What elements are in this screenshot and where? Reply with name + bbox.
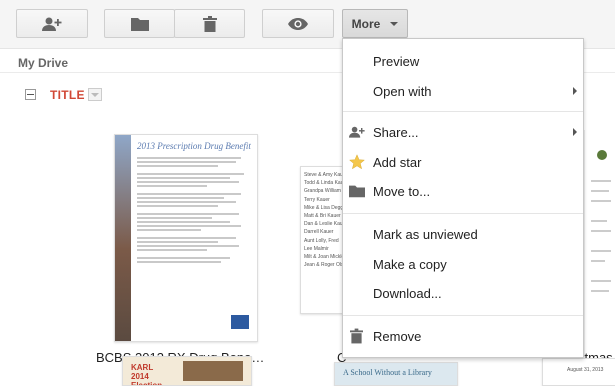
menu-item-remove[interactable]: Remove (343, 322, 583, 350)
menu-item-label: Move to... (373, 183, 431, 199)
folder-icon (130, 17, 149, 31)
trash-icon (202, 15, 217, 32)
breadcrumb[interactable]: My Drive (18, 56, 68, 70)
title-column-header[interactable]: TITLE (50, 88, 85, 102)
chevron-right-icon (573, 87, 577, 95)
menu-item-label: Mark as unviewed (373, 226, 478, 242)
menu-item-label: Preview (373, 53, 420, 69)
menu-item-make-copy[interactable]: Make a copy (343, 250, 583, 278)
menu-item-label: Add star (373, 154, 422, 170)
share-button[interactable] (16, 9, 88, 38)
menu-item-mark-unviewed[interactable]: Mark as unviewed (343, 220, 583, 248)
thumb-text: August 31, 2013 (567, 367, 604, 373)
menu-item-share[interactable]: Share... (343, 118, 583, 146)
more-label: More (351, 16, 381, 31)
file-thumbnail[interactable] (584, 130, 615, 379)
eye-icon (288, 17, 308, 30)
sort-dropdown-button[interactable] (88, 88, 102, 101)
file-thumbnail[interactable]: KARL 2014 Election (122, 356, 252, 386)
doc-title: 2013 Prescription Drug Benefit (137, 141, 251, 151)
folder-icon (349, 185, 365, 198)
chevron-right-icon (573, 128, 577, 136)
file-thumbnail[interactable]: A School Without a Library (334, 362, 458, 386)
menu-item-label: Make a copy (373, 256, 447, 272)
remove-button[interactable] (174, 9, 245, 38)
menu-item-add-star[interactable]: Add star (343, 148, 583, 176)
menu-item-label: Download... (373, 285, 442, 301)
star-icon (349, 154, 365, 170)
move-to-folder-button[interactable] (104, 9, 175, 38)
menu-item-download[interactable]: Download... (343, 279, 583, 307)
menu-item-open-with[interactable]: Open with (343, 77, 583, 105)
thumb-text: A School Without a Library (343, 368, 432, 377)
chevron-down-icon (390, 21, 399, 26)
more-actions-menu: Preview Open with Share... Add star Move… (342, 38, 584, 358)
thumb-text: KARL 2014 Election (131, 363, 163, 386)
menu-divider (343, 111, 583, 112)
add-person-icon (42, 17, 62, 31)
file-thumbnail[interactable]: August 31, 2013 (542, 358, 615, 386)
menu-divider (343, 213, 583, 214)
doc-sidebar-art (115, 135, 131, 341)
share-person-icon (349, 126, 365, 138)
doc-content: 2013 Prescription Drug Benefit (137, 141, 253, 265)
menu-item-label: Open with (373, 83, 432, 99)
menu-item-label: Remove (373, 328, 422, 344)
menu-item-preview[interactable]: Preview (343, 47, 583, 75)
menu-divider (343, 315, 583, 316)
trash-icon (350, 328, 363, 344)
preview-button[interactable] (262, 9, 334, 38)
more-button[interactable]: More (342, 9, 408, 38)
menu-item-label: Share... (373, 124, 419, 140)
file-thumbnail[interactable]: 2013 Prescription Drug Benefit (114, 134, 258, 342)
menu-item-move-to[interactable]: Move to... (343, 177, 583, 205)
logo-mark (231, 315, 249, 329)
select-all-checkbox[interactable] (25, 89, 36, 100)
